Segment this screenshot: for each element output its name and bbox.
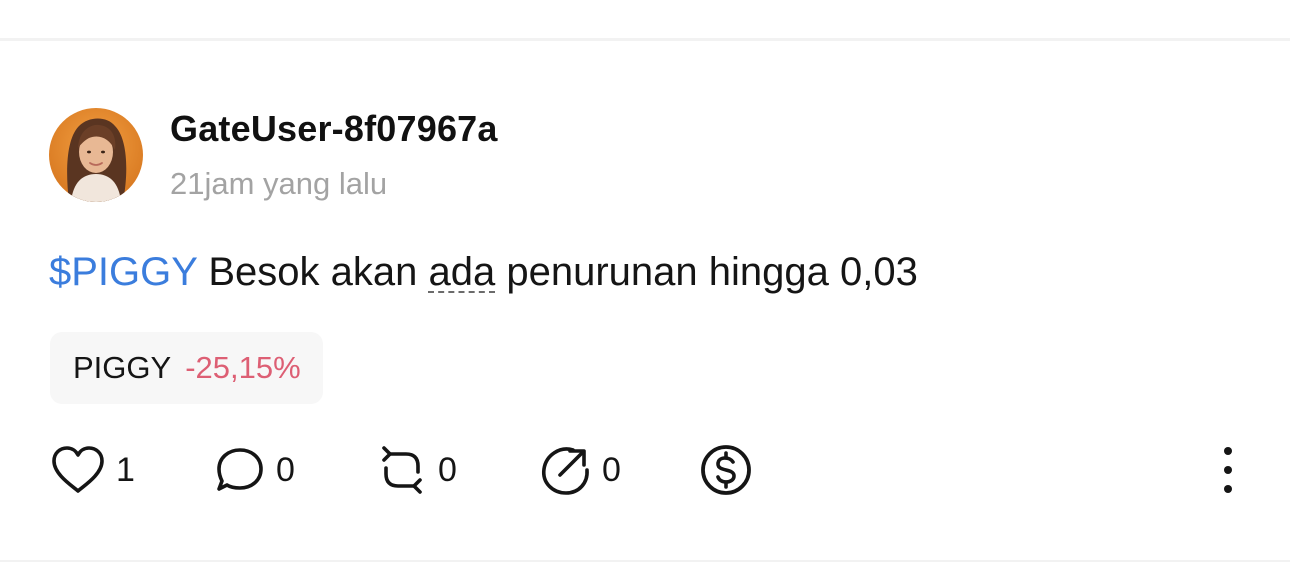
- ticker-symbol: PIGGY: [73, 350, 172, 385]
- post-card: GateUser-8f07967a 21jam yang lalu $PIGGY…: [0, 0, 1290, 573]
- cashtag-link[interactable]: $PIGGY: [49, 250, 197, 294]
- comment-button[interactable]: 0: [214, 440, 295, 500]
- author-username[interactable]: GateUser-8f07967a: [170, 108, 498, 150]
- comment-icon: [214, 444, 266, 496]
- like-count: 1: [116, 450, 135, 489]
- top-divider: [0, 38, 1290, 41]
- action-bar: 1 0 0 0: [0, 440, 1290, 500]
- dollar-icon: [699, 443, 753, 497]
- post-text-before: Besok akan: [197, 250, 429, 294]
- bottom-divider: [0, 560, 1290, 562]
- user-avatar-icon: [49, 108, 143, 202]
- repost-count: 0: [438, 450, 457, 489]
- ticker-change: -25,15%: [185, 350, 301, 385]
- tip-button[interactable]: [699, 440, 753, 500]
- repost-icon: [376, 444, 428, 496]
- heart-icon: [50, 445, 106, 495]
- post-text-underlined-word: ada: [428, 250, 496, 294]
- post-content: $PIGGY Besok akan ada penurunan hingga 0…: [49, 250, 918, 295]
- ticker-chip[interactable]: PIGGY -25,15%: [50, 332, 323, 404]
- more-vertical-icon: [1210, 442, 1246, 498]
- avatar[interactable]: [49, 108, 143, 202]
- like-button[interactable]: 1: [50, 440, 135, 500]
- post-timestamp: 21jam yang lalu: [170, 166, 388, 201]
- share-count: 0: [602, 450, 621, 489]
- repost-button[interactable]: 0: [376, 440, 457, 500]
- more-options-button[interactable]: [1210, 440, 1246, 500]
- share-icon: [538, 443, 592, 497]
- post-text-after: penurunan hingga 0,03: [495, 250, 918, 294]
- share-button[interactable]: 0: [538, 440, 621, 500]
- comment-count: 0: [276, 450, 295, 489]
